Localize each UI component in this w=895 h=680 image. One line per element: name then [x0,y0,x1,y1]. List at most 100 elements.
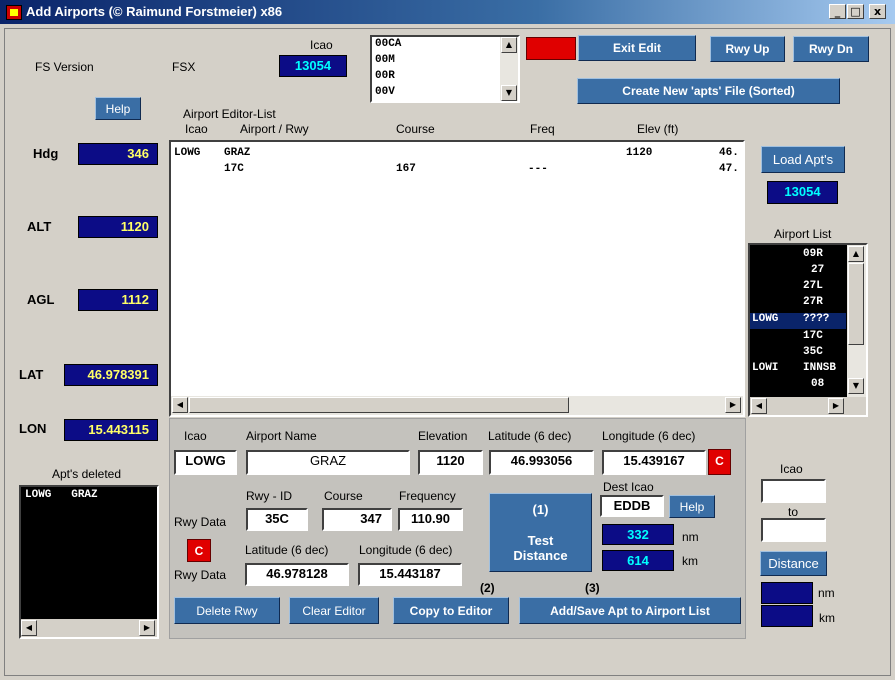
rwy-up-button[interactable]: Rwy Up [710,36,785,62]
course-field[interactable]: 347 [322,508,392,531]
scroll-down-icon[interactable]: ▼ [501,85,517,101]
window-title: Add Airports (© Raimund Forstmeier) x86 [26,4,283,19]
rwy-data-label-2: Rwy Data [174,568,227,582]
scroll-thumb[interactable] [848,263,864,345]
lat-value: 46.978391 [64,364,158,386]
scrollbar[interactable]: ▲ ▼ [847,245,866,397]
table-row[interactable]: 17C 167 --- 47. [171,163,741,177]
dist-nm-value: 332 [602,524,674,545]
icao-count: 13054 [279,55,347,77]
col-airport-rwy: Airport / Rwy [240,122,309,136]
status-indicator [526,37,576,60]
rwy-lat-label: Latitude (6 dec) [245,543,329,557]
freq-field[interactable]: 110.90 [398,508,463,531]
table-row[interactable]: LOWG GRAZ 1120 46. [171,147,741,161]
form-lon-field[interactable]: 15.439167 [602,450,706,475]
editor-list[interactable]: LOWG GRAZ 1120 46. 17C 167 --- 47. ◀ ▶ [169,140,745,417]
scroll-left-icon[interactable]: ◀ [21,620,37,636]
scrollbar[interactable]: ◀ ▶ [171,396,743,415]
icao-listbox[interactable]: 00CA 00M 00R 00V ▲ ▼ [370,35,520,103]
course-label: Course [324,489,363,503]
editor-title: Airport Editor-List [183,107,276,121]
form-lat-field[interactable]: 46.993056 [489,450,594,475]
close-button[interactable]: x [869,4,886,19]
scroll-up-icon[interactable]: ▲ [501,37,517,53]
scroll-left-icon[interactable]: ◀ [751,398,767,414]
exit-edit-button[interactable]: Exit Edit [578,35,696,61]
rwy-lat-field[interactable]: 46.978128 [245,563,349,586]
list-item[interactable]: 17C [752,330,846,346]
fs-version-label: FS Version [35,60,94,74]
scroll-right-icon[interactable]: ▶ [139,620,155,636]
list-item[interactable]: 27R [752,296,846,312]
list-item[interactable]: 00V [375,86,395,98]
form-name-field[interactable]: GRAZ [246,450,410,475]
create-apts-button[interactable]: Create New 'apts' File (Sorted) [577,78,840,104]
scroll-right-icon[interactable]: ▶ [725,397,741,413]
list-item[interactable]: LOWG GRAZ [25,489,98,501]
agl-label: AGL [27,292,55,307]
form-lon-label: Longitude (6 dec) [602,429,696,443]
step-3-label: (3) [585,581,600,595]
app-icon [6,5,22,20]
lon-label: LON [19,421,47,436]
rwy-lon-field[interactable]: 15.443187 [358,563,462,586]
rwy-lon-label: Longitude (6 dec) [359,543,453,557]
rwy-id-field[interactable]: 35C [246,508,308,531]
form-icao-label: Icao [184,429,207,443]
scroll-up-icon[interactable]: ▲ [848,246,864,262]
copy-to-editor-button[interactable]: Copy to Editor [393,597,509,624]
icao-label: Icao [310,38,333,52]
load-apts-button[interactable]: Load Apt's [761,146,845,173]
col-course: Course [396,122,435,136]
hdg-label: Hdg [33,146,59,161]
col-freq: Freq [530,122,555,136]
dist-icao-from-field[interactable] [761,479,826,503]
list-item[interactable]: 00CA [375,38,401,50]
dist-km-label: km [682,554,698,568]
minimize-button[interactable]: _ [829,4,846,19]
rwy-id-label: Rwy - ID [246,489,292,503]
lat-label: LAT [19,367,44,382]
dest-icao-field[interactable]: EDDB [600,495,664,517]
to-label: to [788,505,799,519]
scrollbar[interactable]: ▲ ▼ [500,37,518,101]
rwy-dn-button[interactable]: Rwy Dn [793,36,869,62]
test-distance-button[interactable]: (1) Test Distance [489,493,592,572]
add-save-button[interactable]: Add/Save Apt to Airport List [519,597,741,624]
km-label: km [819,611,835,625]
scrollbar[interactable]: ◀ ▶ [21,619,157,637]
list-item[interactable]: LOWI INNSB [752,362,846,378]
scroll-left-icon[interactable]: ◀ [172,397,188,413]
dest-help-button[interactable]: Help [669,495,715,518]
list-item[interactable]: 00M [375,54,395,66]
col-elev: Elev (ft) [637,122,679,136]
lon-value: 15.443115 [64,419,158,441]
list-item[interactable]: 09R [752,248,846,264]
form-icao-field[interactable]: LOWG [174,450,237,475]
delete-rwy-button[interactable]: Delete Rwy [174,597,280,624]
list-item-selected[interactable]: LOWG???? [750,313,846,329]
clear-editor-button[interactable]: Clear Editor [289,597,379,624]
deleted-list[interactable]: LOWG GRAZ ◀ ▶ [19,485,159,639]
clear-airport-button[interactable]: C [708,449,731,475]
h-scrollbar[interactable]: ◀ ▶ [750,397,866,415]
list-item[interactable]: 27 [752,264,846,280]
dist-icao-to-field[interactable] [761,518,826,542]
clear-rwy-button[interactable]: C [187,539,211,562]
scroll-right-icon[interactable]: ▶ [828,398,844,414]
maximize-button[interactable]: □ [847,4,864,19]
list-item[interactable]: 35C [752,346,846,362]
distance-button[interactable]: Distance [760,551,827,576]
list-item[interactable]: 00R [375,70,395,82]
airport-list-label: Airport List [774,227,832,241]
scroll-thumb[interactable] [189,397,569,413]
list-item[interactable]: 27L [752,280,846,296]
rwy-data-label: Rwy Data [174,515,227,529]
form-elev-field[interactable]: 1120 [418,450,483,475]
airport-list[interactable]: 09R 27 27L 27R LOWG???? 17C 35C LOWI INNS… [748,243,868,417]
scroll-down-icon[interactable]: ▼ [848,378,864,394]
agl-value: 1112 [78,289,158,311]
help-button[interactable]: Help [95,97,141,120]
list-item[interactable]: 08 [752,378,846,394]
